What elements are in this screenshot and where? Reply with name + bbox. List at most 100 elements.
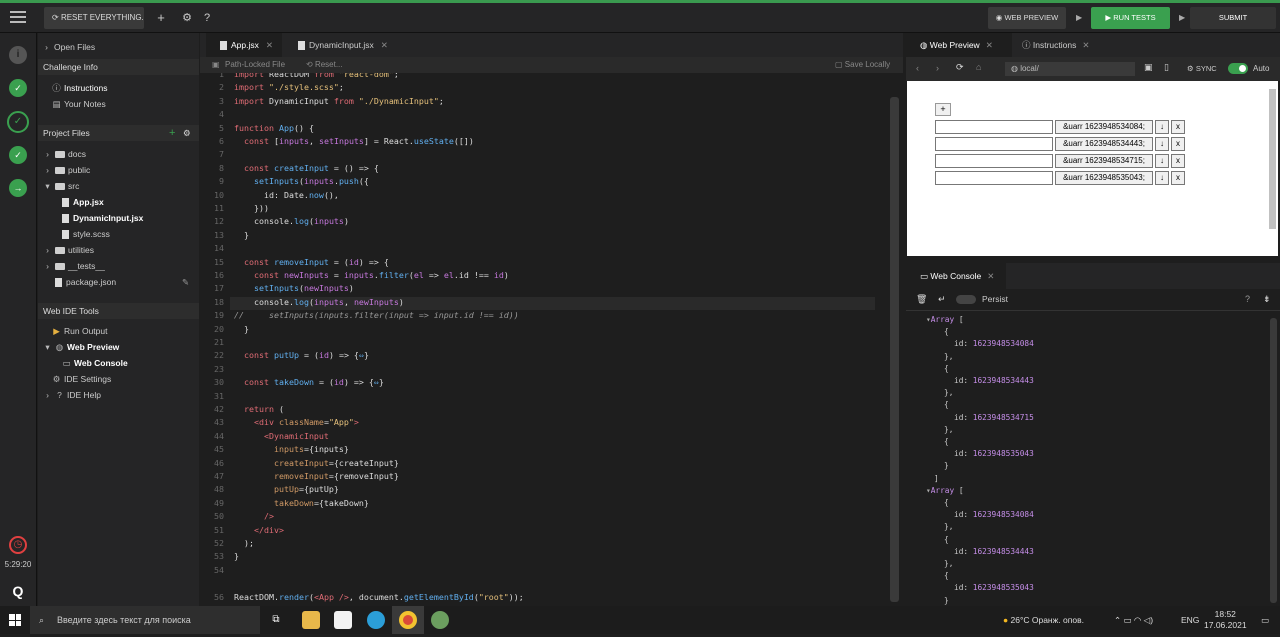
info-icon[interactable]: i [9,46,27,64]
code-line[interactable]: const [inputs, setInputs] = React.useSta… [234,136,474,146]
language-indicator[interactable]: ENG [1181,606,1199,634]
remove-button[interactable]: x [1171,120,1185,134]
code-line[interactable]: inputs={inputs} [234,444,349,454]
close-icon[interactable]: ✕ [987,271,994,281]
tree-item-tests[interactable]: › __tests__ [38,258,199,274]
sidebar-item-web-preview[interactable]: ▾ ◍ Web Preview [38,339,199,355]
code-line[interactable]: <div className="App"> [234,417,359,427]
tab-instructions[interactable]: ⓘ Instructions ✕ [1008,33,1108,57]
taskbar-search[interactable]: ⌕ Введите здесь текст для поиска [30,606,260,634]
file-explorer-icon[interactable] [302,611,320,629]
code-line[interactable]: ); [234,538,254,548]
up-button[interactable]: &uarr 1623948534715; [1055,154,1153,168]
url-input[interactable]: ◍ local/ [1005,62,1135,76]
code-line[interactable]: console.log(inputs, newInputs) [234,297,404,307]
code-line[interactable]: takeDown={takeDown} [234,498,369,508]
sidebar-item-ide-settings[interactable]: ⚙ IDE Settings [38,371,199,387]
tree-item-src[interactable]: ▾ src [38,178,199,194]
code-area[interactable]: 1 import ReactDOM from "react-dom"; 2 impor… [200,73,890,606]
close-icon[interactable]: ✕ [266,40,273,50]
dynamic-input[interactable] [935,154,1053,168]
arrow-right-icon[interactable]: → [9,179,27,197]
check-circle-icon[interactable]: ✓ [7,111,29,133]
sync-toggle[interactable]: ⚙ SYNC [1187,64,1217,73]
close-icon[interactable]: ✕ [381,40,388,50]
code-line[interactable]: removeInput={removeInput} [234,471,399,481]
notifications-icon[interactable]: ▭ [1261,606,1269,634]
tree-item-app-jsx[interactable]: App.jsx [38,194,199,210]
down-button[interactable]: ↓ [1155,137,1169,151]
reload-icon[interactable]: ⟳ [956,62,964,73]
tree-item-package-json[interactable]: package.json ✎ [38,274,199,290]
help-icon[interactable]: ? [199,9,215,27]
filter-icon[interactable]: ⇟ [1263,294,1271,305]
code-line[interactable]: setInputs(newInputs) [234,283,354,293]
down-button[interactable]: ↓ [1155,120,1169,134]
tree-item-dynamicinput-jsx[interactable]: DynamicInput.jsx [38,210,199,226]
code-line[interactable]: } [234,551,239,561]
code-line[interactable]: const newInputs = inputs.filter(el => el… [234,270,509,280]
gear-icon[interactable]: ⚙ [183,125,191,141]
reset-file-button[interactable]: ⟲ Reset... [306,57,343,73]
telegram-icon[interactable] [367,611,385,629]
close-icon[interactable]: ✕ [1082,40,1089,50]
sidebar-item-run-output[interactable]: ▶ Run Output [38,323,199,339]
remove-button[interactable]: x [1171,171,1185,185]
store-icon[interactable] [334,611,352,629]
persist-toggle[interactable] [956,295,976,304]
plus-icon[interactable]: + [153,9,169,27]
code-line[interactable]: /> [234,511,274,521]
dynamic-input[interactable] [935,171,1053,185]
tree-item-style-scss[interactable]: style.scss [38,226,199,242]
add-file-icon[interactable]: + [169,125,175,141]
code-line[interactable]: createInput={createInput} [234,458,399,468]
back-icon[interactable]: ‹ [916,63,919,73]
editor-scrollbar[interactable] [890,97,899,602]
code-line[interactable]: } [234,230,249,240]
dynamic-input[interactable] [935,120,1053,134]
remove-button[interactable]: x [1171,154,1185,168]
submit-button[interactable]: SUBMIT [1190,7,1276,29]
open-files[interactable]: › Open Files [38,39,199,55]
check-icon[interactable]: ✓ [9,79,27,97]
code-line[interactable]: function App() { [234,123,314,133]
weather-widget[interactable]: ● 26°C Оранж. опов. [1003,606,1084,634]
tray-icons[interactable]: ⌃ ▭ ◠ ◁) [1114,606,1153,634]
code-line[interactable]: // setInputs(inputs.filter(input => inpu… [234,310,519,320]
close-icon[interactable]: ✕ [986,40,993,50]
sidebar-item-instructions[interactable]: ⓘ Instructions [38,80,199,96]
tab-app-jsx[interactable]: App.jsx ✕ [206,33,282,57]
auto-toggle[interactable] [1228,63,1248,74]
console-scrollbar[interactable] [1270,318,1277,603]
sidebar-item-notes[interactable]: ▤ Your Notes [38,96,199,112]
home-icon[interactable]: ⌂ [976,62,981,72]
code-line[interactable]: const createInput = () => { [234,163,379,173]
dynamic-input[interactable] [935,137,1053,151]
check-icon[interactable]: ✓ [9,146,27,164]
tab-dynamicinput-jsx[interactable]: DynamicInput.jsx ✕ [284,33,396,57]
tab-web-preview[interactable]: ◍ Web Preview ✕ [906,33,1012,57]
code-line[interactable]: setInputs(inputs.push({ [234,176,369,186]
down-button[interactable]: ↓ [1155,154,1169,168]
code-line[interactable]: })) [234,203,269,213]
remove-button[interactable]: x [1171,137,1185,151]
code-line[interactable]: <DynamicInput [234,431,329,441]
code-line[interactable]: id: Date.now(), [234,190,339,200]
code-line[interactable]: putUp={putUp} [234,484,339,494]
code-line[interactable]: </div> [234,525,284,535]
add-input-button[interactable]: + [935,103,951,116]
gear-icon[interactable]: ⚙ [179,9,195,27]
code-line[interactable]: import DynamicInput from "./DynamicInput… [234,96,444,106]
code-line[interactable]: const putUp = (id) => {⇔} [234,350,369,360]
screenshot-icon[interactable]: ▣ [1144,62,1153,73]
app-icon[interactable] [431,611,449,629]
chrome-icon[interactable] [399,611,417,629]
up-button[interactable]: &uarr 1623948535043; [1055,171,1153,185]
windows-start-icon[interactable] [9,614,21,626]
tree-item-docs[interactable]: › docs [38,146,199,162]
code-line[interactable]: return ( [234,404,284,414]
web-preview-button[interactable]: ◉ WEB PREVIEW [988,7,1066,29]
forward-icon[interactable]: › [936,63,939,73]
clock[interactable]: 18:52 17.06.2021 [1204,609,1247,637]
down-button[interactable]: ↓ [1155,171,1169,185]
